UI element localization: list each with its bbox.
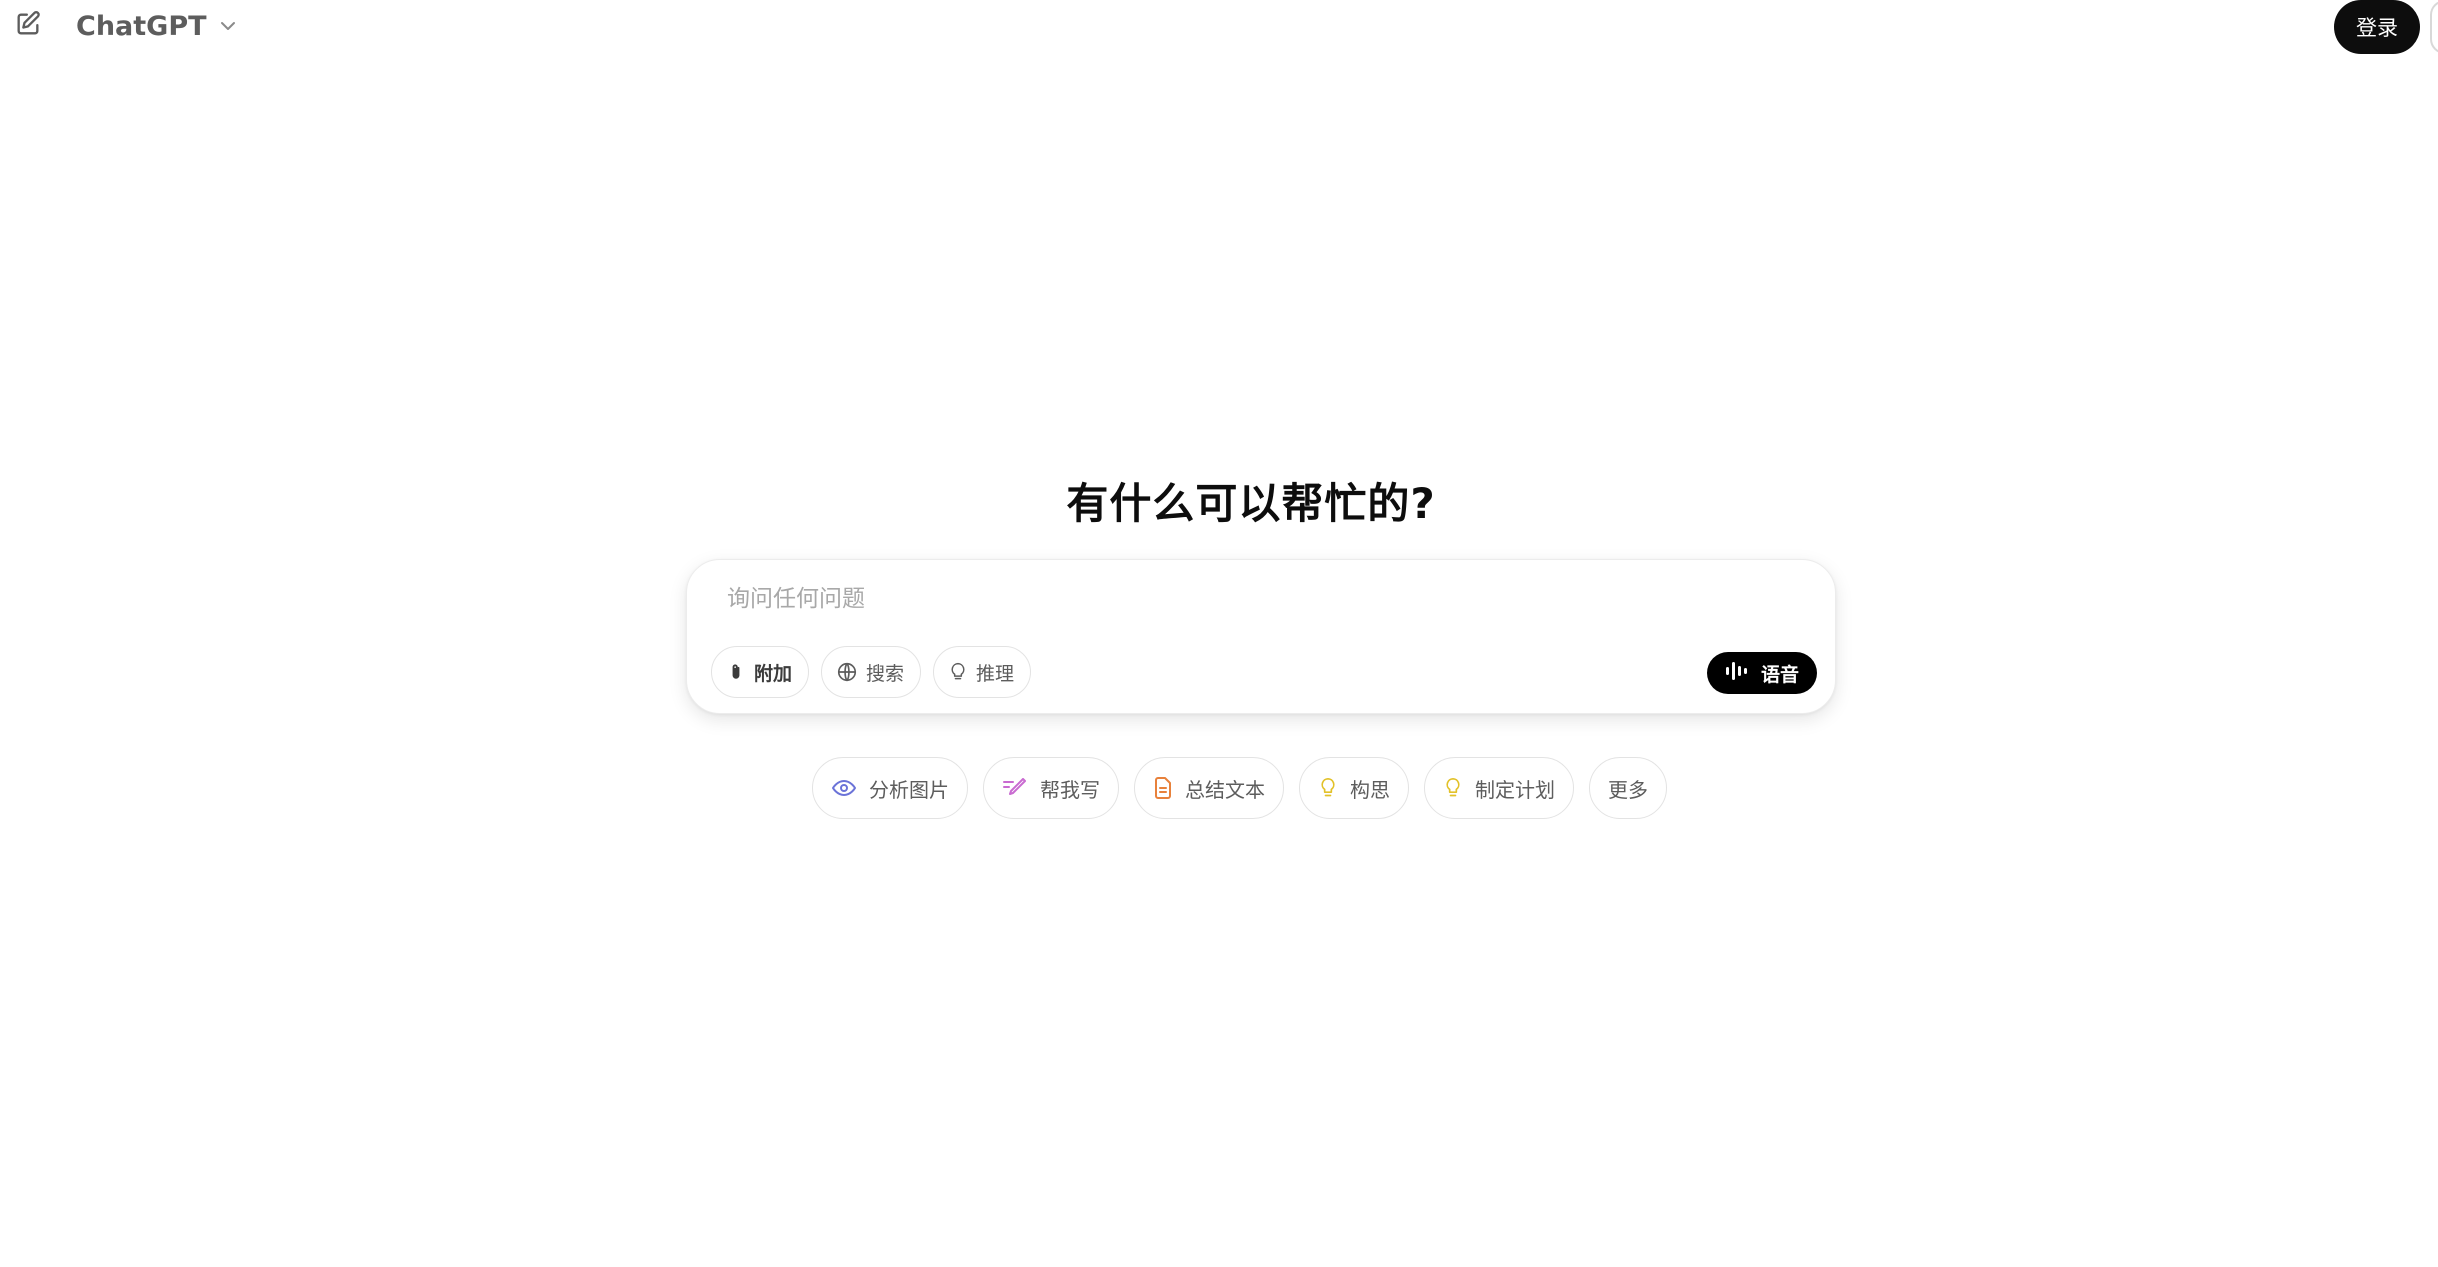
waveform-icon	[1725, 660, 1751, 687]
suggestion-chip-help-write[interactable]: 帮我写	[983, 757, 1119, 819]
chip-label: 总结文本	[1185, 777, 1265, 802]
login-button[interactable]: 登录	[2334, 0, 2420, 54]
suggestion-chip-brainstorm[interactable]: 构思	[1299, 757, 1409, 819]
chevron-down-icon	[219, 17, 237, 36]
chip-label: 分析图片	[869, 777, 949, 802]
eye-icon	[831, 778, 857, 798]
chip-label: 帮我写	[1040, 777, 1100, 802]
new-chat-button[interactable]	[10, 8, 46, 44]
attach-label: 附加	[754, 662, 793, 685]
search-button[interactable]: 搜索	[821, 646, 922, 698]
lightbulb-icon	[1318, 775, 1338, 801]
voice-label: 语音	[1760, 663, 1799, 686]
prompt-input[interactable]	[725, 578, 1789, 620]
edit-icon	[14, 10, 42, 42]
voice-button[interactable]: 语音	[1707, 652, 1817, 694]
signup-button[interactable]	[2430, 0, 2438, 54]
suggestion-chip-make-plan[interactable]: 制定计划	[1424, 757, 1574, 819]
suggestion-chip-more[interactable]: 更多	[1589, 757, 1667, 819]
attach-button[interactable]: 附加	[711, 646, 810, 698]
suggestion-chip-summarize-text[interactable]: 总结文本	[1134, 757, 1284, 819]
search-label: 搜索	[866, 662, 905, 685]
page-title: 有什么可以帮忙的?	[1066, 479, 1436, 528]
globe-icon	[836, 661, 858, 683]
lightbulb-icon	[1443, 775, 1463, 801]
chip-label: 制定计划	[1475, 777, 1555, 802]
model-name: ChatGPT	[76, 10, 207, 42]
reason-button[interactable]: 推理	[933, 646, 1032, 698]
chip-label: 更多	[1608, 777, 1648, 802]
paperclip-icon	[726, 661, 746, 683]
composer-tools: 附加 搜索 推理	[711, 646, 1032, 698]
chip-label: 构思	[1350, 777, 1390, 802]
reason-label: 推理	[976, 662, 1015, 685]
document-icon	[1153, 776, 1173, 800]
pen-icon	[1002, 778, 1028, 798]
page: ChatGPT 登录 有什么可以帮忙的? 附加	[0, 0, 2438, 1267]
lightbulb-icon	[948, 660, 968, 684]
model-switcher[interactable]: ChatGPT	[76, 6, 237, 46]
suggestion-chip-analyze-image[interactable]: 分析图片	[812, 757, 968, 819]
composer: 附加 搜索	[686, 559, 1836, 714]
suggestion-chips: 分析图片 帮我写 总结文本 构思 制定计划 更多	[812, 757, 1667, 819]
